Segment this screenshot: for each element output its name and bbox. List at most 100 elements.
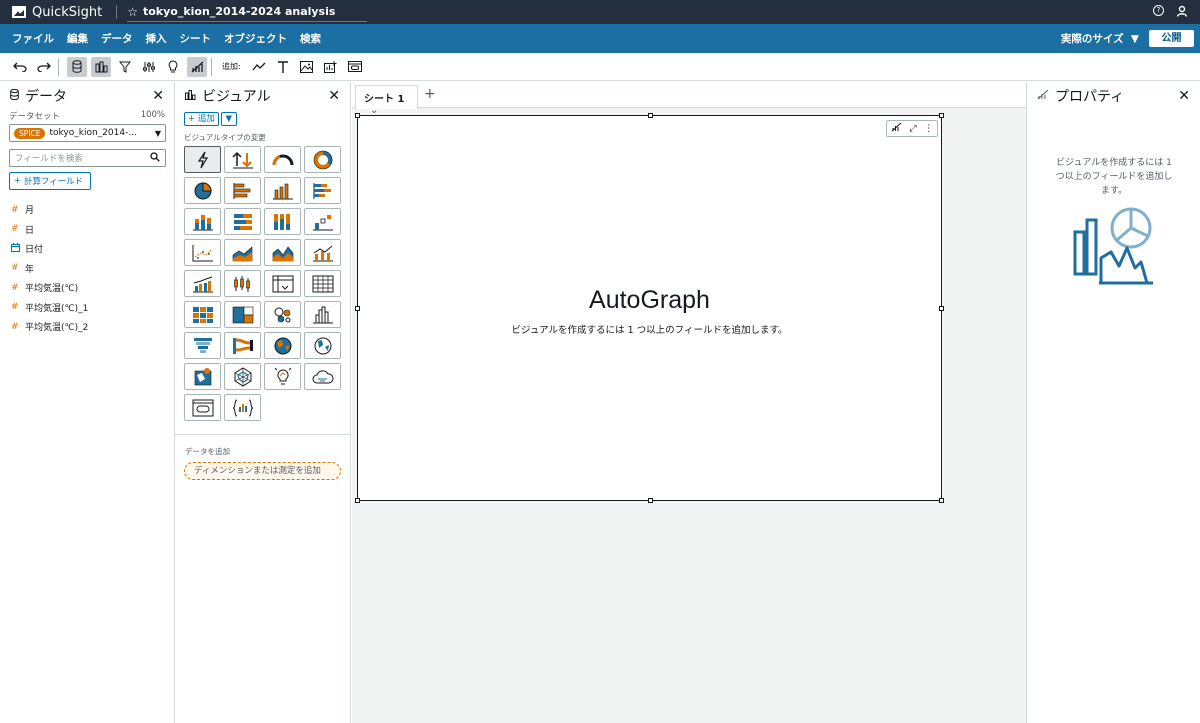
data-panel-toggle-icon[interactable] <box>67 56 87 77</box>
horizontal-bar-type-icon[interactable] <box>224 177 261 204</box>
add-visual-icon[interactable] <box>249 57 269 77</box>
resize-handle[interactable] <box>355 113 360 118</box>
points-map-type-icon[interactable] <box>264 301 301 328</box>
resize-handle[interactable] <box>939 113 944 118</box>
filter-icon[interactable] <box>115 57 135 77</box>
pivot-table-type-icon[interactable] <box>264 270 301 297</box>
tree-map-type-icon[interactable] <box>224 301 261 328</box>
word-cloud-type-icon[interactable] <box>304 363 341 390</box>
caret-down-icon: ▼ <box>154 128 161 138</box>
donut-type-icon[interactable] <box>304 146 341 173</box>
field-item[interactable]: # 月 <box>0 200 174 220</box>
clustered-combo-type-icon[interactable] <box>184 270 221 297</box>
divider <box>58 57 59 76</box>
filled-map-type-icon[interactable] <box>264 332 301 359</box>
stacked-100-horizontal-bar-type-icon[interactable] <box>224 208 261 235</box>
waterfall-type-icon[interactable] <box>304 208 341 235</box>
stacked-bar-type-icon[interactable] <box>184 208 221 235</box>
user-icon[interactable] <box>1176 5 1188 20</box>
add-embed-icon[interactable] <box>345 57 365 77</box>
spice-badge: SPICE <box>14 127 46 139</box>
field-item[interactable]: # 年 <box>0 259 174 279</box>
redo-icon[interactable] <box>34 57 54 77</box>
heat-map-type-icon[interactable] <box>184 301 221 328</box>
stacked-horizontal-bar-type-icon[interactable] <box>304 177 341 204</box>
caret-down-icon[interactable]: ▼ <box>220 112 237 126</box>
visuals-panel-title: ビジュアル <box>202 89 271 105</box>
menu-bar: ファイル 編集 データ 挿入 シート オブジェクト 検索 実際のサイズ ▼ 公開 <box>0 24 1200 53</box>
layer-map-type-icon[interactable] <box>184 363 221 390</box>
view-size-select[interactable]: 実際のサイズ ▼ <box>1061 31 1139 46</box>
globe-map-type-icon[interactable] <box>304 332 341 359</box>
field-item[interactable]: # 平均気温(℃)_2 <box>0 317 174 337</box>
kpi-type-icon[interactable] <box>224 146 261 173</box>
field-item[interactable]: # 平均気温(℃)_1 <box>0 298 174 318</box>
autograph-type-icon[interactable] <box>184 146 221 173</box>
add-dimension-drop-target[interactable]: ディメンションまたは測定を追加 <box>184 462 341 480</box>
visuals-panel-toggle-icon[interactable] <box>91 56 111 77</box>
controls-icon[interactable] <box>139 57 159 77</box>
sheet-tab[interactable]: シート 1 ⌄ <box>355 85 418 116</box>
more-options-icon[interactable]: ⋮ <box>924 124 933 134</box>
insights-bulb-icon[interactable] <box>163 57 183 77</box>
dataset-select[interactable]: SPICE tokyo_kion_2014-... ▼ <box>9 124 166 142</box>
visual-empty-message: ビジュアルを作成するには 1 つ以上のフィールドを追加します。 <box>511 325 788 336</box>
box-plot-type-icon[interactable] <box>224 270 261 297</box>
close-icon[interactable]: ✕ <box>1178 88 1190 104</box>
area-type-icon[interactable] <box>224 239 261 266</box>
menu-sheet[interactable]: シート <box>180 31 212 46</box>
funnel-type-icon[interactable] <box>184 332 221 359</box>
radar-type-icon[interactable] <box>224 363 261 390</box>
analysis-title[interactable]: ☆ tokyo_kion_2014-2024 analysis <box>127 3 368 22</box>
table-type-icon[interactable] <box>304 270 341 297</box>
undo-icon[interactable] <box>10 57 30 77</box>
add-sheet-icon[interactable]: + <box>424 86 436 102</box>
pie-type-icon[interactable] <box>184 177 221 204</box>
histogram-type-icon[interactable] <box>304 301 341 328</box>
stacked-100-bar-type-icon[interactable] <box>264 208 301 235</box>
insight-type-icon[interactable] <box>264 363 301 390</box>
menu-insert[interactable]: 挿入 <box>146 31 167 46</box>
add-text-icon[interactable] <box>273 57 293 77</box>
close-icon[interactable]: ✕ <box>328 88 340 104</box>
themes-icon[interactable] <box>187 56 207 77</box>
field-item[interactable]: # 日 <box>0 220 174 240</box>
format-visual-icon[interactable] <box>891 122 902 135</box>
expand-icon[interactable]: ⤢ <box>909 124 916 134</box>
autograph-visual[interactable]: ⤢ ⋮ AutoGraph ビジュアルを作成するには 1 つ以上のフィールドを追… <box>355 113 944 503</box>
menu-object[interactable]: オブジェクト <box>224 31 287 46</box>
resize-handle[interactable] <box>355 498 360 503</box>
add-image-icon[interactable] <box>297 57 317 77</box>
numeric-field-icon: # <box>11 224 19 235</box>
code-visual-type-icon[interactable] <box>224 394 261 421</box>
gauge-type-icon[interactable] <box>264 146 301 173</box>
help-icon[interactable]: ? <box>1153 4 1164 16</box>
resize-handle[interactable] <box>648 498 653 503</box>
menu-search[interactable]: 検索 <box>300 31 321 46</box>
publish-button[interactable]: 公開 <box>1149 30 1194 47</box>
menu-file[interactable]: ファイル <box>12 31 54 46</box>
field-item[interactable]: 日付 <box>0 239 174 259</box>
field-name: 年 <box>25 264 35 275</box>
stacked-area-type-icon[interactable] <box>264 239 301 266</box>
field-item[interactable]: # 平均気温(℃) <box>0 278 174 298</box>
favorite-star-icon[interactable]: ☆ <box>127 5 138 19</box>
close-icon[interactable]: ✕ <box>152 88 164 104</box>
add-visual-button[interactable]: + 追加 <box>184 112 219 126</box>
menu-data[interactable]: データ <box>101 31 133 46</box>
add-calculated-field-button[interactable]: + 計算フィールド <box>9 172 91 190</box>
scatter-type-icon[interactable] <box>184 239 221 266</box>
quicksight-logo[interactable]: QuickSight <box>12 5 102 20</box>
vertical-bar-type-icon[interactable] <box>264 177 301 204</box>
add-insight-icon[interactable] <box>321 57 341 77</box>
custom-visual-type-icon[interactable] <box>184 394 221 421</box>
calc-field-label: 計算フィールド <box>23 177 84 187</box>
field-search-input[interactable]: フィールドを検索 <box>9 149 166 167</box>
sankey-type-icon[interactable] <box>224 332 261 359</box>
menu-edit[interactable]: 編集 <box>67 31 88 46</box>
combo-chart-type-icon[interactable] <box>304 239 341 266</box>
resize-handle[interactable] <box>939 498 944 503</box>
numeric-field-icon: # <box>11 282 19 293</box>
resize-handle[interactable] <box>648 113 653 118</box>
visual-title: AutoGraph <box>589 286 710 314</box>
